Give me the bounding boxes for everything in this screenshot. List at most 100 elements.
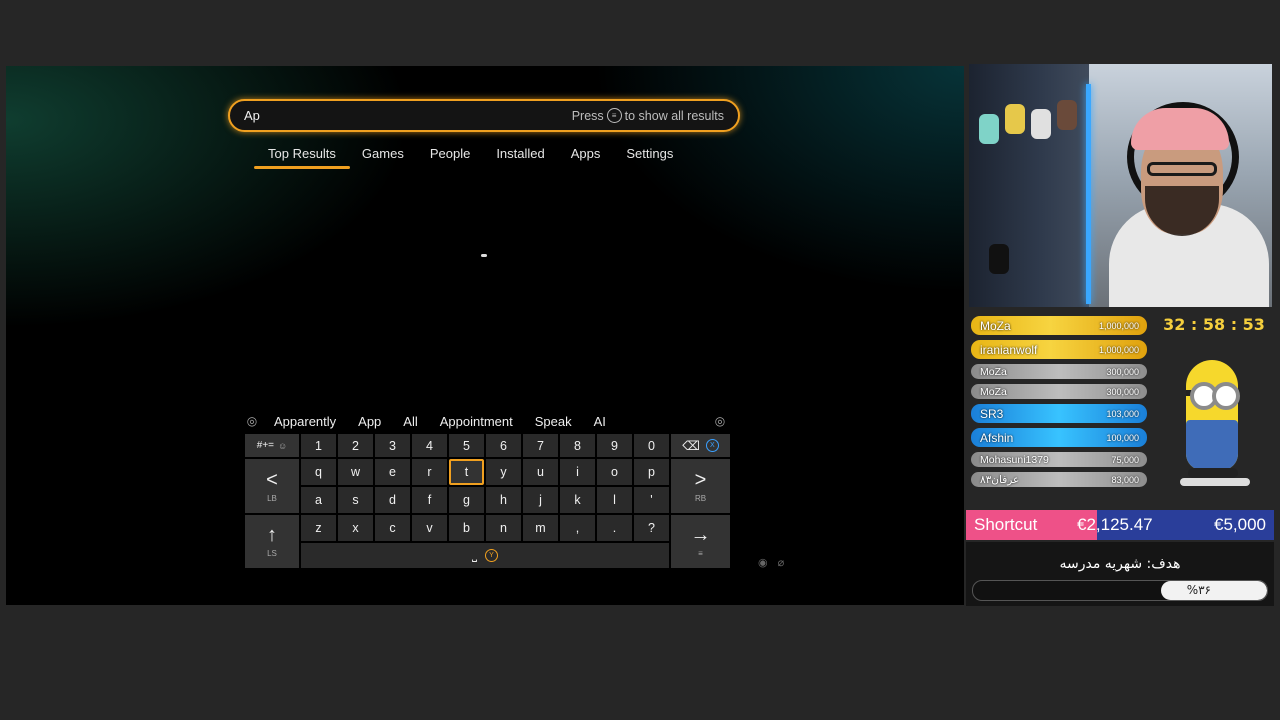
rb-label: RB [694, 493, 707, 503]
key-h[interactable]: h [486, 487, 521, 513]
donor-row: Mohasuni1379 75,000 [971, 452, 1147, 467]
key-8[interactable]: 8 [560, 434, 595, 457]
key-u[interactable]: u [523, 459, 558, 485]
school-goal-fill [1161, 581, 1267, 600]
key-5[interactable]: 5 [449, 434, 484, 457]
cursor-right-key[interactable]: > RB [671, 459, 730, 513]
key-s[interactable]: s [338, 487, 373, 513]
key-d[interactable]: d [375, 487, 410, 513]
key-4[interactable]: 4 [412, 434, 447, 457]
led-strip [1086, 84, 1091, 304]
key-m[interactable]: m [523, 515, 558, 541]
donor-row: عرفان۸۳ 83,000 [971, 472, 1147, 487]
key-x[interactable]: x [338, 515, 373, 541]
suggestion-item[interactable]: Appointment [440, 414, 513, 429]
school-goal-panel: هدف: شهریه مدرسه %۳۶ [966, 542, 1274, 606]
donor-name: SR3 [980, 406, 1004, 421]
key-,[interactable]: , [560, 515, 595, 541]
key-1[interactable]: 1 [301, 434, 336, 457]
key-i[interactable]: i [560, 459, 595, 485]
symbols-label: #+= [256, 440, 275, 451]
donor-amount: 1,000,000 [1098, 344, 1139, 355]
key-p[interactable]: p [634, 459, 669, 485]
key-.[interactable]: . [597, 515, 632, 541]
donor-name: عرفان۸۳ [980, 473, 1020, 486]
key-?[interactable]: ? [634, 515, 669, 541]
suggestion-item[interactable]: AI [594, 414, 606, 429]
symbols-key[interactable]: #+= ☺ [245, 434, 299, 457]
voice-controls: ◉ ⌀ [758, 556, 784, 569]
key-9[interactable]: 9 [597, 434, 632, 457]
tab-installed[interactable]: Installed [482, 144, 558, 169]
menu-button-icon: ≡ [606, 108, 622, 123]
donor-name: Afshin [980, 430, 1014, 445]
school-goal-percent: %۳۶ [1186, 583, 1211, 597]
backspace-key[interactable]: ⌫ X [671, 434, 730, 457]
suggestion-item[interactable]: App [358, 414, 381, 429]
key-t[interactable]: t [449, 459, 484, 485]
key-l[interactable]: l [597, 487, 632, 513]
cursor-left-key[interactable]: < LB [245, 459, 299, 513]
figurine [1057, 100, 1077, 130]
key-r[interactable]: r [412, 459, 447, 485]
mic-muted-icon[interactable]: ⌀ [778, 556, 785, 569]
key-v[interactable]: v [412, 515, 447, 541]
view-button-icon[interactable]: ◉ [758, 556, 768, 569]
donor-amount: 1,000,000 [1098, 320, 1139, 331]
suggestion-item[interactable]: Apparently [274, 414, 336, 429]
key-o[interactable]: o [597, 459, 632, 485]
key-k[interactable]: k [560, 487, 595, 513]
key-g[interactable]: g [449, 487, 484, 513]
key-j[interactable]: j [523, 487, 558, 513]
donor-amount: 100,000 [1106, 432, 1139, 443]
key-n[interactable]: n [486, 515, 521, 541]
suggestion-item[interactable]: All [403, 414, 417, 429]
x-button-icon: X [705, 439, 719, 452]
key-w[interactable]: w [338, 459, 373, 485]
key-z[interactable]: z [301, 515, 336, 541]
suggestion-item[interactable]: Speak [535, 414, 572, 429]
donor-name: MoZa [980, 365, 1007, 378]
game-capture: Ap Press ≡ to show all results Top Resul… [6, 66, 964, 605]
key-y[interactable]: y [486, 459, 521, 485]
donor-amount: 300,000 [1106, 386, 1139, 397]
tab-top-results[interactable]: Top Results [254, 144, 350, 169]
key-b[interactable]: b [449, 515, 484, 541]
loading-indicator [481, 254, 487, 257]
tab-games[interactable]: Games [348, 144, 418, 169]
enter-key[interactable]: → ≡ [671, 515, 730, 568]
suggestion-bar: ◎ Apparently App All Appointment Speak A… [242, 410, 730, 432]
key-7[interactable]: 7 [523, 434, 558, 457]
key-e[interactable]: e [375, 459, 410, 485]
key-3[interactable]: 3 [375, 434, 410, 457]
goal-target: €5,000 [1214, 515, 1266, 534]
key-a[interactable]: a [301, 487, 336, 513]
key-c[interactable]: c [375, 515, 410, 541]
key-6[interactable]: 6 [486, 434, 521, 457]
donor-amount: 103,000 [1106, 408, 1139, 419]
tab-people[interactable]: People [416, 144, 484, 169]
y-button-icon: Y [485, 549, 498, 562]
key-'[interactable]: ' [634, 487, 669, 513]
space-key[interactable]: ⎵ Y [301, 543, 669, 568]
donor-amount: 300,000 [1106, 366, 1139, 377]
key-2[interactable]: 2 [338, 434, 373, 457]
donor-row: MoZa 300,000 [971, 364, 1147, 379]
shift-key[interactable]: ↑ LS [245, 515, 299, 568]
lb-label: LB [267, 493, 277, 503]
shift-arrow-icon: ↑ [267, 524, 277, 546]
space-icon: ⎵ [471, 548, 477, 562]
key-q[interactable]: q [301, 459, 336, 485]
key-0[interactable]: 0 [634, 434, 669, 457]
search-input[interactable]: Ap Press ≡ to show all results [228, 99, 740, 132]
enter-arrow-icon: → [690, 524, 711, 546]
donor-row: MoZa 1,000,000 [971, 316, 1147, 335]
key-f[interactable]: f [412, 487, 447, 513]
emoji-icon: ☺ [278, 440, 288, 451]
tab-settings[interactable]: Settings [612, 144, 687, 169]
tab-apps[interactable]: Apps [557, 144, 615, 169]
figure-shelf [969, 64, 1089, 307]
menu-button-icon: ≡ [698, 549, 703, 558]
donor-row: MoZa 300,000 [971, 384, 1147, 399]
figurine [989, 244, 1009, 274]
